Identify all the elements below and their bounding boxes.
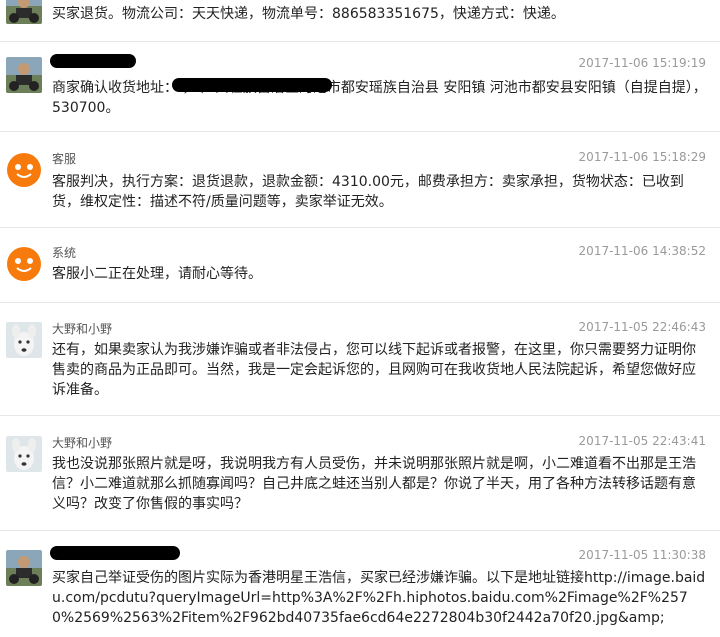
message-text: 我也没说那张照片就是呀，我说明我方有人员受伤，并未说明那张照片就是啊，小二难道看… — [52, 456, 696, 512]
dog-avatar-icon — [6, 322, 42, 358]
message-sender: 系统 — [52, 246, 77, 260]
divider — [0, 302, 720, 303]
message-text: 还有，如果卖家认为我涉嫌诈骗或者非法侵占，您可以线下起诉或者报警，在这里，你只需… — [52, 342, 696, 398]
seller-avatar-photo — [6, 0, 42, 24]
divider — [0, 415, 720, 416]
orange-mascot-icon — [7, 247, 41, 281]
message-item: 2017-11-06 15:19:19 商家确认收货地址： ， 广西壮族自治区河… — [0, 52, 720, 122]
seller-avatar-photo — [6, 57, 42, 93]
message-item: 客服 2017-11-06 15:18:29 客服判决，执行方案：退货退款，退款… — [0, 146, 720, 216]
redacted-address — [172, 78, 332, 92]
message-item: 大野和小野 2017-11-05 22:46:43 还有，如果卖家认为我涉嫌诈骗… — [0, 316, 720, 406]
system-avatar[interactable] — [6, 246, 42, 282]
message-item: 系统 2017-11-06 14:38:52 客服小二正在处理，请耐心等待。 — [0, 240, 720, 288]
seller-avatar[interactable] — [6, 57, 42, 93]
message-timestamp: 2017-11-06 15:18:29 — [578, 150, 706, 164]
message-sender: 客服 — [52, 152, 77, 166]
message-timestamp: 2017-11-06 14:38:52 — [578, 244, 706, 258]
message-text: 客服小二正在处理，请耐心等待。 — [52, 266, 262, 282]
divider — [0, 131, 720, 132]
divider — [0, 41, 720, 42]
service-avatar[interactable] — [6, 152, 42, 188]
message-item: 买家退货。物流公司：天天快递，物流单号：886583351675，快递方式：快递… — [0, 0, 720, 36]
message-sender: 大野和小野 — [52, 322, 113, 336]
seller-avatar[interactable] — [6, 550, 42, 586]
message-item: 2017-11-05 11:30:38 买家自己举证受伤的图片实际为香港明星王浩… — [0, 544, 720, 637]
message-timestamp: 2017-11-06 15:19:19 — [578, 56, 706, 70]
message-timestamp: 2017-11-05 22:43:41 — [578, 434, 706, 448]
message-text: 商家确认收货地址： ， 广西壮族自治区河池市都安瑶族自治县 安阳镇 河池市都安县… — [52, 80, 707, 116]
message-sender: 大野和小野 — [52, 436, 113, 450]
divider — [0, 530, 720, 531]
seller-avatar[interactable] — [6, 0, 42, 24]
redacted-name — [50, 546, 180, 560]
message-item: 大野和小野 2017-11-05 22:43:41 我也没说那张照片就是呀，我说… — [0, 430, 720, 520]
message-text: 买家退货。物流公司：天天快递，物流单号：886583351675，快递方式：快递… — [52, 6, 565, 22]
buyer-avatar[interactable] — [6, 322, 42, 358]
message-text: 买家自己举证受伤的图片实际为香港明星王浩信，买家已经涉嫌诈骗。以下是地址链接ht… — [52, 570, 706, 626]
buyer-avatar[interactable] — [6, 436, 42, 472]
redacted-name — [50, 54, 136, 68]
message-timestamp: 2017-11-05 11:30:38 — [578, 548, 706, 562]
dog-avatar-icon — [6, 436, 42, 472]
message-timestamp: 2017-11-05 22:46:43 — [578, 320, 706, 334]
message-text: 客服判决，执行方案：退货退款，退款金额：4310.00元，邮费承担方：卖家承担，… — [52, 174, 684, 210]
divider — [0, 227, 720, 228]
orange-mascot-icon — [7, 153, 41, 187]
seller-avatar-photo — [6, 550, 42, 586]
